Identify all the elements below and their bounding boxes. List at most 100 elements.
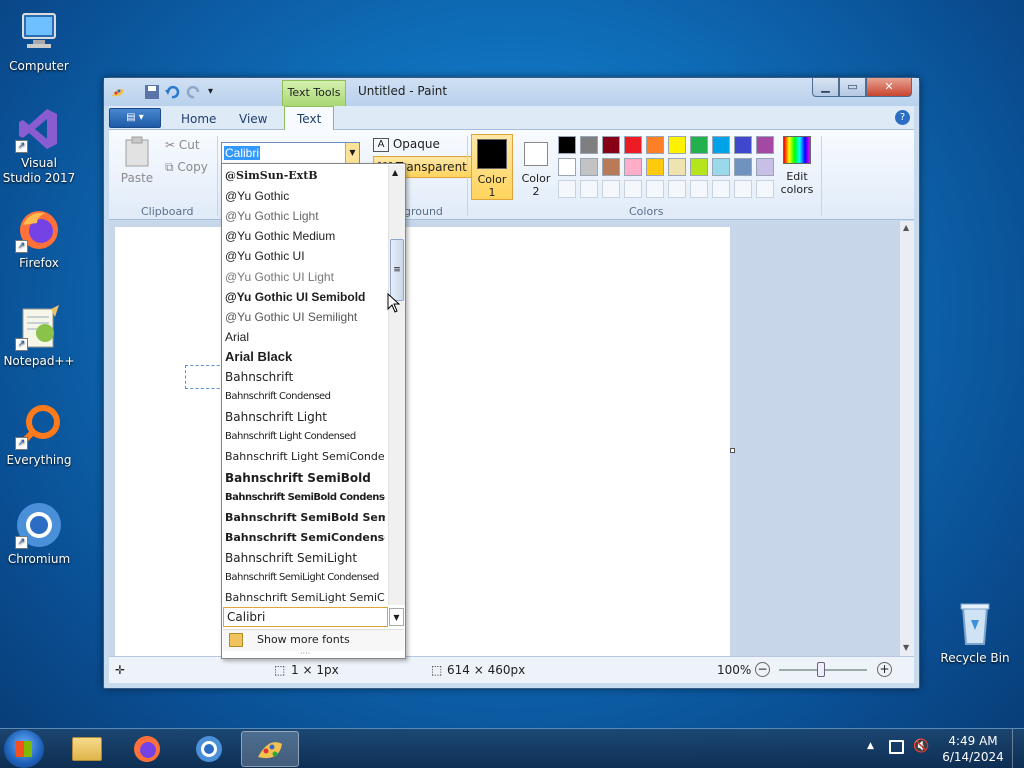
taskbar-explorer-button[interactable]	[58, 731, 116, 767]
paste-button[interactable]: Paste	[117, 136, 157, 196]
color-swatch[interactable]	[734, 180, 752, 198]
color-swatch[interactable]	[558, 180, 576, 198]
resize-grip-icon[interactable]: ····	[300, 649, 310, 658]
show-desktop-button[interactable]	[1012, 729, 1024, 768]
font-list-item[interactable]: Bahnschrift SemiBold	[225, 468, 385, 488]
opaque-button[interactable]: A Opaque	[373, 134, 440, 154]
copy-button[interactable]: ⧉ Copy	[165, 160, 208, 175]
color-swatch[interactable]	[668, 180, 686, 198]
color-swatch[interactable]	[624, 136, 642, 154]
font-list-item[interactable]: @Yu Gothic	[225, 186, 385, 206]
customize-qat-icon[interactable]: ▾	[208, 84, 224, 100]
font-list-item[interactable]: @Yu Gothic UI Light	[225, 267, 385, 287]
zoom-in-button[interactable]: +	[877, 662, 892, 677]
font-list-item[interactable]: @Yu Gothic UI	[225, 246, 385, 266]
taskbar-chromium-button[interactable]	[180, 731, 238, 767]
clock[interactable]: 4:49 AM 6/14/2024	[940, 733, 1006, 765]
color-swatch[interactable]	[558, 136, 576, 154]
desktop-icon-notepad-plus-plus[interactable]: ↗ Notepad++	[1, 303, 77, 369]
desktop-icon-firefox[interactable]: ↗ Firefox	[1, 205, 77, 271]
color-swatch[interactable]	[646, 158, 664, 176]
font-list-item[interactable]: Bahnschrift SemiLight	[225, 548, 385, 568]
color-swatch[interactable]	[580, 136, 598, 154]
font-list-scrollbar[interactable]: ▲ ≡	[388, 165, 405, 605]
canvas-resize-handle[interactable]	[730, 448, 735, 453]
color-swatch[interactable]	[734, 158, 752, 176]
color-swatch[interactable]	[558, 158, 576, 176]
font-list-item[interactable]: @Yu Gothic Medium	[225, 226, 385, 246]
color-1-button[interactable]: Color 1	[471, 134, 513, 200]
font-dropdown-arrow-icon[interactable]: ▼	[345, 143, 359, 163]
taskbar-firefox-button[interactable]	[118, 731, 176, 767]
color-2-button[interactable]: Color 2	[515, 134, 557, 200]
font-list-item[interactable]: Arial Black	[225, 347, 385, 367]
color-swatch[interactable]	[690, 158, 708, 176]
scrollbar-thumb[interactable]: ≡	[390, 239, 404, 301]
font-list-item[interactable]: Bahnschrift SemiBold SemiCondensed	[225, 508, 385, 528]
text-box[interactable]	[185, 365, 225, 389]
font-list-item[interactable]: Bahnschrift Light SemiCondensed	[225, 447, 385, 467]
redo-icon[interactable]	[186, 84, 202, 100]
font-list-item[interactable]: @SimSun-ExtB	[225, 166, 385, 186]
color-swatch[interactable]	[712, 136, 730, 154]
color-swatch[interactable]	[668, 158, 686, 176]
font-list-item[interactable]: @Yu Gothic Light	[225, 206, 385, 226]
save-icon[interactable]	[144, 84, 160, 100]
color-swatch[interactable]	[756, 136, 774, 154]
font-list-item[interactable]: Arial	[225, 327, 385, 347]
paint-menu-button[interactable]: ▤ ▾	[109, 108, 161, 128]
canvas-vertical-scrollbar[interactable]: ▲ ▼	[900, 221, 914, 656]
color-swatch[interactable]	[712, 180, 730, 198]
taskbar-paint-button[interactable]	[241, 731, 299, 767]
font-list-item[interactable]: Bahnschrift Light	[225, 407, 385, 427]
color-swatch[interactable]	[712, 158, 730, 176]
tab-text[interactable]: Text	[284, 106, 335, 131]
font-list-item[interactable]: Bahnschrift SemiCondensed	[225, 528, 385, 548]
show-more-fonts-button[interactable]: Show more fonts	[223, 629, 404, 651]
color-swatch[interactable]	[624, 180, 642, 198]
font-list-item[interactable]: Bahnschrift	[225, 367, 385, 387]
desktop-icon-everything[interactable]: ↗ Everything	[1, 402, 77, 468]
color-swatch[interactable]	[602, 136, 620, 154]
font-list-item[interactable]: Bahnschrift SemiBold Condensed	[225, 488, 385, 508]
drawing-canvas[interactable]	[115, 227, 730, 657]
font-search-arrow-icon[interactable]: ▼	[389, 608, 404, 626]
font-list-item[interactable]: Bahnschrift SemiLight Condensed	[225, 568, 385, 588]
show-hidden-icons-icon[interactable]: ▲	[867, 741, 874, 751]
edit-colors-button[interactable]: Edit colors	[777, 136, 817, 200]
color-swatch[interactable]	[624, 158, 642, 176]
cut-button[interactable]: ✂ Cut	[165, 138, 200, 152]
start-button[interactable]	[4, 730, 44, 768]
tab-home[interactable]: Home	[169, 109, 228, 130]
desktop-icon-recycle-bin[interactable]: Recycle Bin	[937, 600, 1013, 666]
tab-view[interactable]: View	[227, 109, 279, 130]
color-swatch[interactable]	[646, 136, 664, 154]
color-swatch[interactable]	[668, 136, 686, 154]
color-swatch[interactable]	[602, 158, 620, 176]
font-search-box[interactable]: Calibri	[223, 607, 388, 627]
network-icon[interactable]	[889, 740, 904, 754]
color-swatch[interactable]	[756, 158, 774, 176]
font-list-item[interactable]: Bahnschrift Light Condensed	[225, 427, 385, 447]
help-icon[interactable]: ?	[895, 110, 910, 125]
color-swatch[interactable]	[580, 180, 598, 198]
font-list-item[interactable]: Bahnschrift SemiLight SemiCondensed	[225, 588, 385, 608]
font-list-item[interactable]: @Yu Gothic UI Semibold	[225, 287, 385, 307]
color-swatch[interactable]	[646, 180, 664, 198]
desktop-icon-chromium[interactable]: ↗ Chromium	[1, 501, 77, 567]
volume-muted-icon[interactable]: 🔇	[913, 739, 929, 754]
maximize-button[interactable]: ▭	[839, 78, 866, 97]
close-button[interactable]: ✕	[866, 78, 912, 97]
color-swatch[interactable]	[690, 180, 708, 198]
font-list-item[interactable]: @Yu Gothic UI Semilight	[225, 307, 385, 327]
color-swatch[interactable]	[756, 180, 774, 198]
desktop-icon-visual-studio[interactable]: ↗ Visual Studio 2017	[1, 105, 77, 186]
color-swatch[interactable]	[690, 136, 708, 154]
paint-app-icon[interactable]	[110, 84, 126, 100]
undo-icon[interactable]	[164, 84, 180, 100]
color-swatch[interactable]	[602, 180, 620, 198]
color-swatch[interactable]	[580, 158, 598, 176]
color-swatch[interactable]	[734, 136, 752, 154]
zoom-out-button[interactable]: −	[755, 662, 770, 677]
scroll-up-icon[interactable]: ▲	[392, 168, 398, 177]
